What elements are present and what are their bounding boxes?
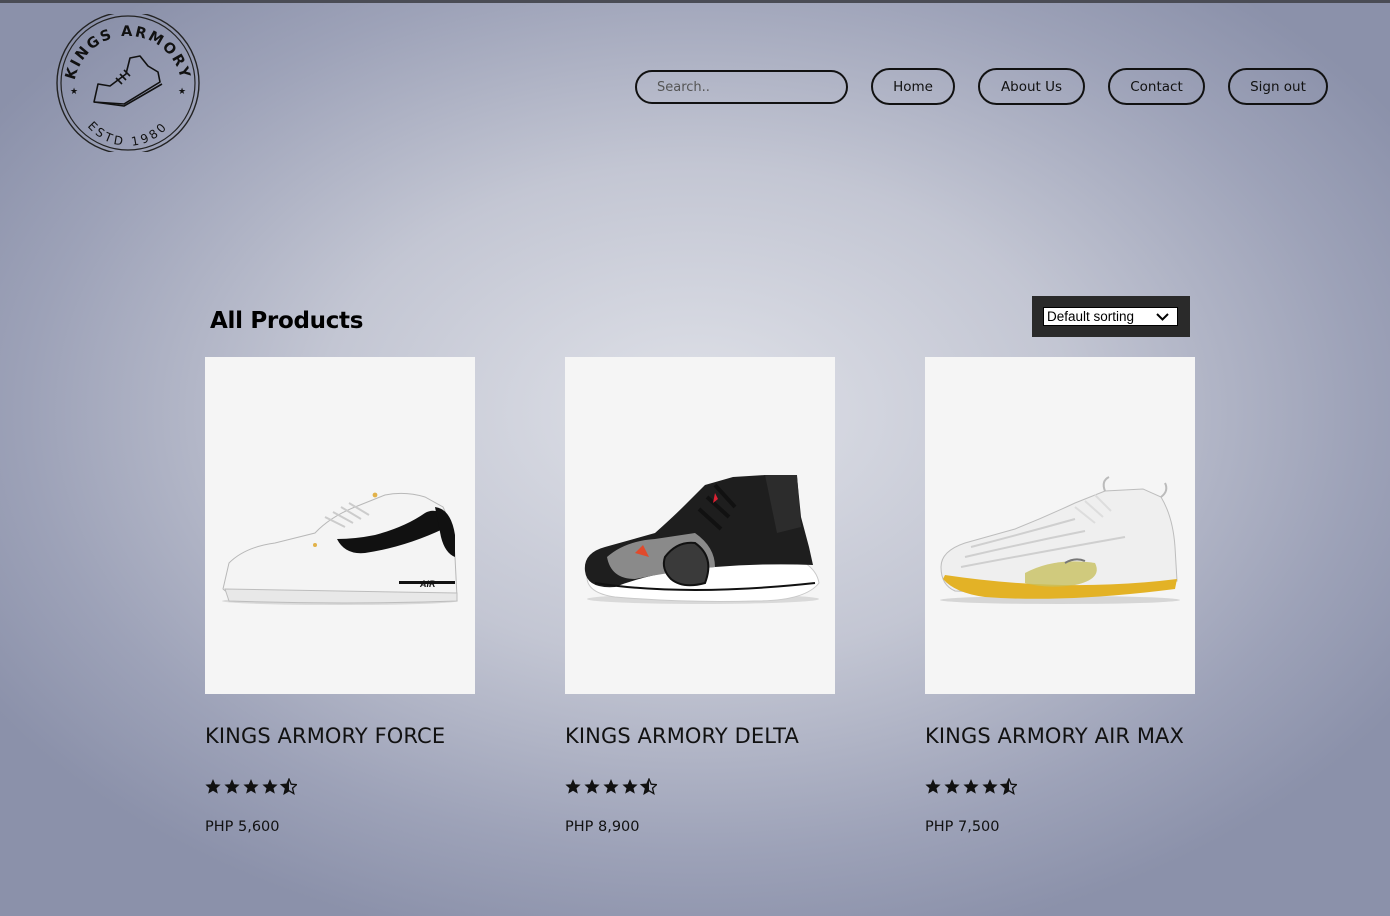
half-star-icon	[279, 778, 297, 795]
sign-out-button[interactable]: Sign out	[1228, 68, 1328, 105]
product-card[interactable]: KINGS ARMORY AIR MAX PHP 7,500	[925, 357, 1215, 835]
shoe-icon	[93, 55, 163, 107]
svg-text:★: ★	[70, 86, 78, 96]
star-icon	[565, 779, 581, 794]
brand-logo[interactable]: KINGS ARMORY ESTD 1980 ★ ★	[54, 11, 202, 155]
sort-dropdown[interactable]: Default sorting	[1043, 307, 1178, 326]
star-icon	[603, 779, 619, 794]
star-icon	[925, 779, 941, 794]
half-star-icon	[999, 778, 1017, 795]
star-icon	[205, 779, 221, 794]
product-image[interactable]	[565, 357, 835, 694]
star-icon	[224, 779, 240, 794]
star-icon	[982, 779, 998, 794]
logo-bottom-text: ESTD 1980	[85, 119, 168, 149]
rating-stars	[925, 778, 1017, 796]
svg-text:AIR: AIR	[419, 579, 436, 589]
white-yellow-sneaker-image	[940, 476, 1180, 604]
product-name[interactable]: KINGS ARMORY FORCE	[205, 724, 445, 748]
rating-stars	[565, 778, 657, 796]
product-price: PHP 7,500	[925, 819, 1000, 835]
svg-text:★: ★	[178, 86, 186, 96]
product-name[interactable]: KINGS ARMORY DELTA	[565, 724, 799, 748]
white-sneaker-image: AIR	[222, 492, 458, 605]
search-input[interactable]	[635, 70, 848, 104]
product-card[interactable]: AIR KINGS ARMORY FORCE PHP 5,600	[205, 357, 495, 835]
product-card[interactable]: KINGS ARMORY DELTA PHP 8,900	[565, 357, 855, 835]
svg-text:ESTD 1980: ESTD 1980	[85, 119, 171, 149]
half-star-icon	[639, 778, 657, 795]
product-image[interactable]	[925, 357, 1195, 694]
star-icon	[944, 779, 960, 794]
star-icon	[622, 779, 638, 794]
sort-selected-label: Default sorting	[1047, 309, 1135, 324]
section-title: All Products	[210, 308, 364, 334]
star-icon	[243, 779, 259, 794]
star-icon	[262, 779, 278, 794]
nav-home-button[interactable]: Home	[871, 68, 955, 105]
rating-stars	[205, 778, 297, 796]
sort-container: Default sorting	[1032, 296, 1190, 337]
product-price: PHP 8,900	[565, 819, 640, 835]
black-high-top-sneaker-image	[584, 475, 820, 604]
nav-contact-button[interactable]: Contact	[1108, 68, 1205, 105]
nav-about-button[interactable]: About Us	[978, 68, 1085, 105]
top-border	[0, 0, 1390, 3]
product-price: PHP 5,600	[205, 819, 280, 835]
star-icon	[584, 779, 600, 794]
product-image[interactable]: AIR	[205, 357, 475, 694]
chevron-down-icon	[1156, 313, 1169, 321]
product-name[interactable]: KINGS ARMORY AIR MAX	[925, 724, 1184, 748]
star-icon	[963, 779, 979, 794]
